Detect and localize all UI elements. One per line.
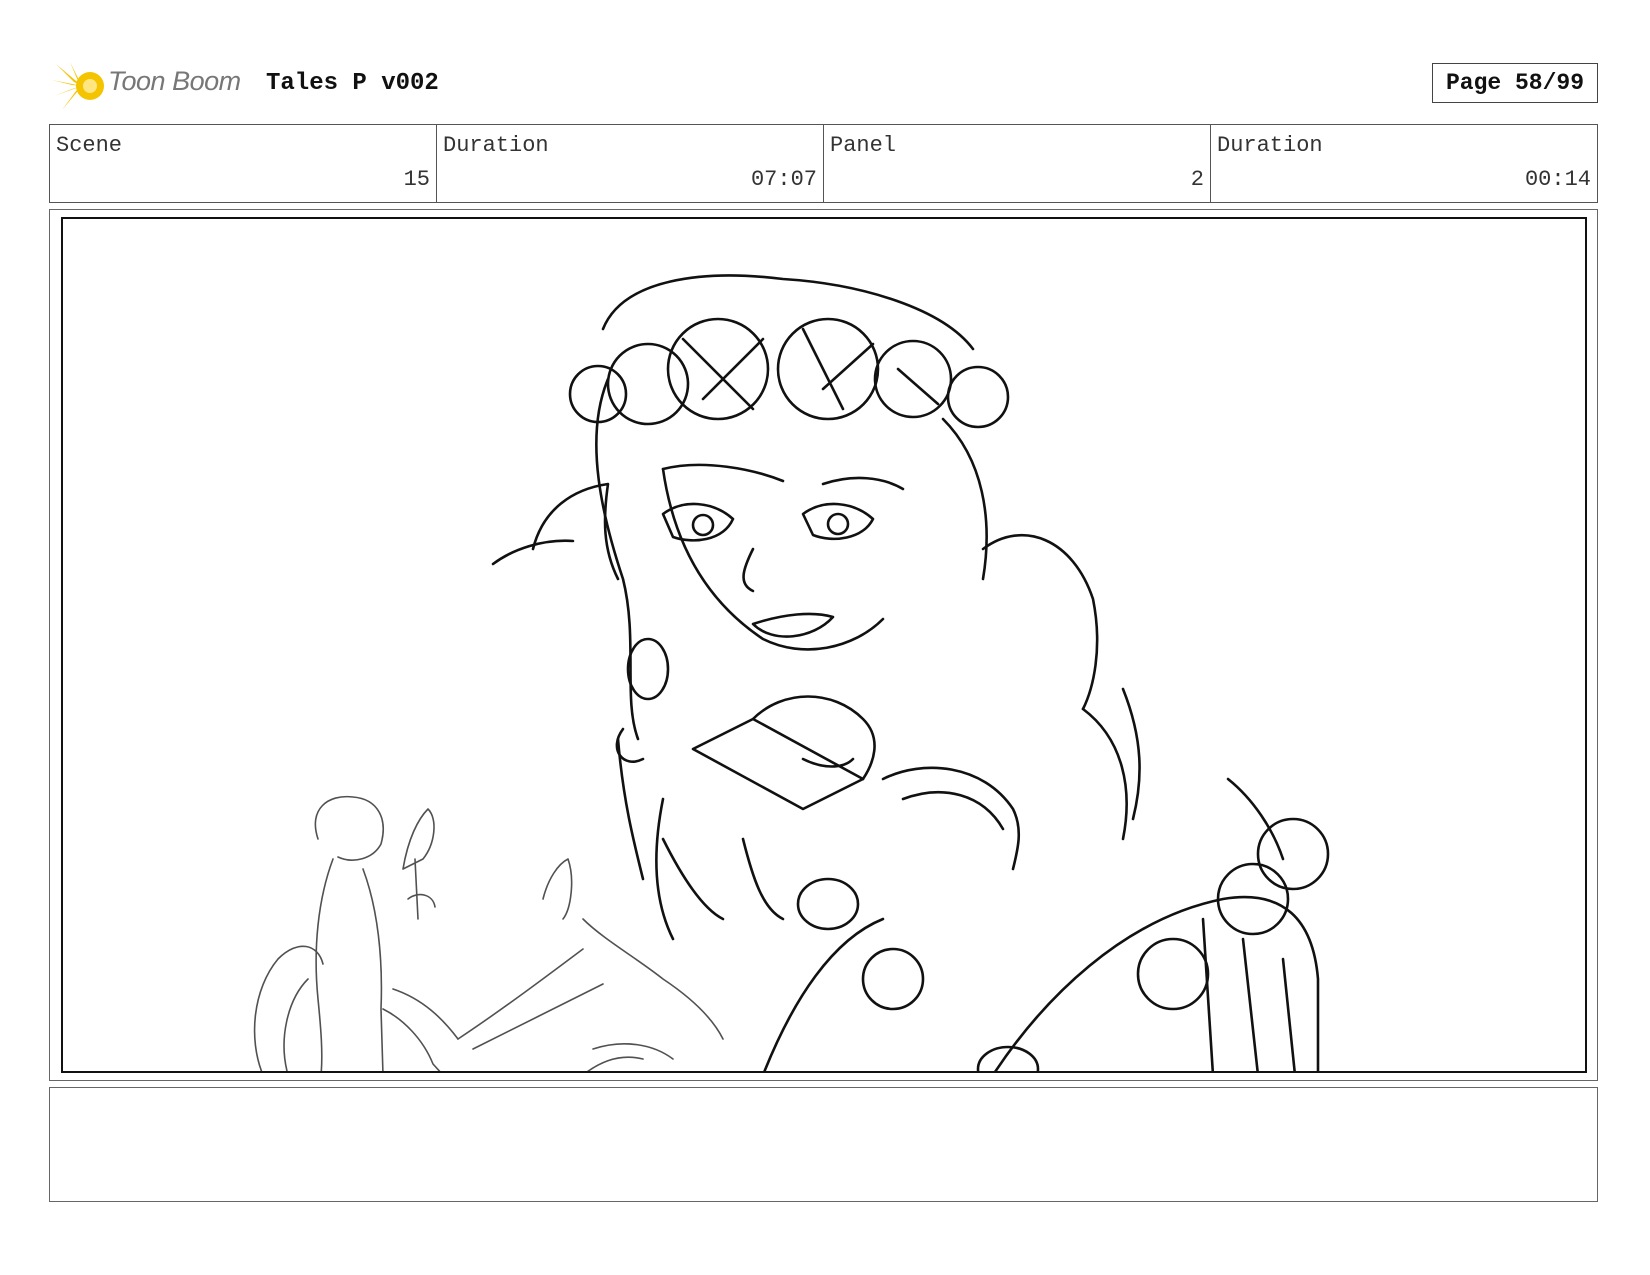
panel-notes-box — [49, 1087, 1598, 1202]
starburst-icon — [52, 62, 104, 110]
scene-cell: Scene 15 — [50, 125, 437, 202]
panel-value: 2 — [1190, 167, 1204, 192]
scene-value: 15 — [403, 167, 430, 192]
panel-cell: Panel 2 — [824, 125, 1211, 202]
scene-info-table: Scene 15 Duration 07:07 Panel 2 Duration… — [49, 124, 1598, 203]
logo-text: Toon Boom — [108, 66, 241, 96]
scene-duration-cell: Duration 07:07 — [437, 125, 824, 202]
panel-duration-value: 00:14 — [1524, 167, 1591, 192]
storyboard-panel-image — [61, 217, 1587, 1073]
sketch-drawing — [253, 274, 1330, 1071]
scene-label: Scene — [56, 133, 123, 158]
document-title: Tales P v002 — [266, 70, 439, 97]
panel-label: Panel — [830, 133, 897, 158]
toon-boom-logo: Toon Boom — [52, 56, 252, 112]
page-indicator: Page 58/99 — [1432, 63, 1598, 103]
panel-duration-cell: Duration 00:14 — [1211, 125, 1597, 202]
scene-duration-value: 07:07 — [750, 167, 817, 192]
panel-duration-label: Duration — [1217, 133, 1323, 158]
scene-duration-label: Duration — [443, 133, 549, 158]
